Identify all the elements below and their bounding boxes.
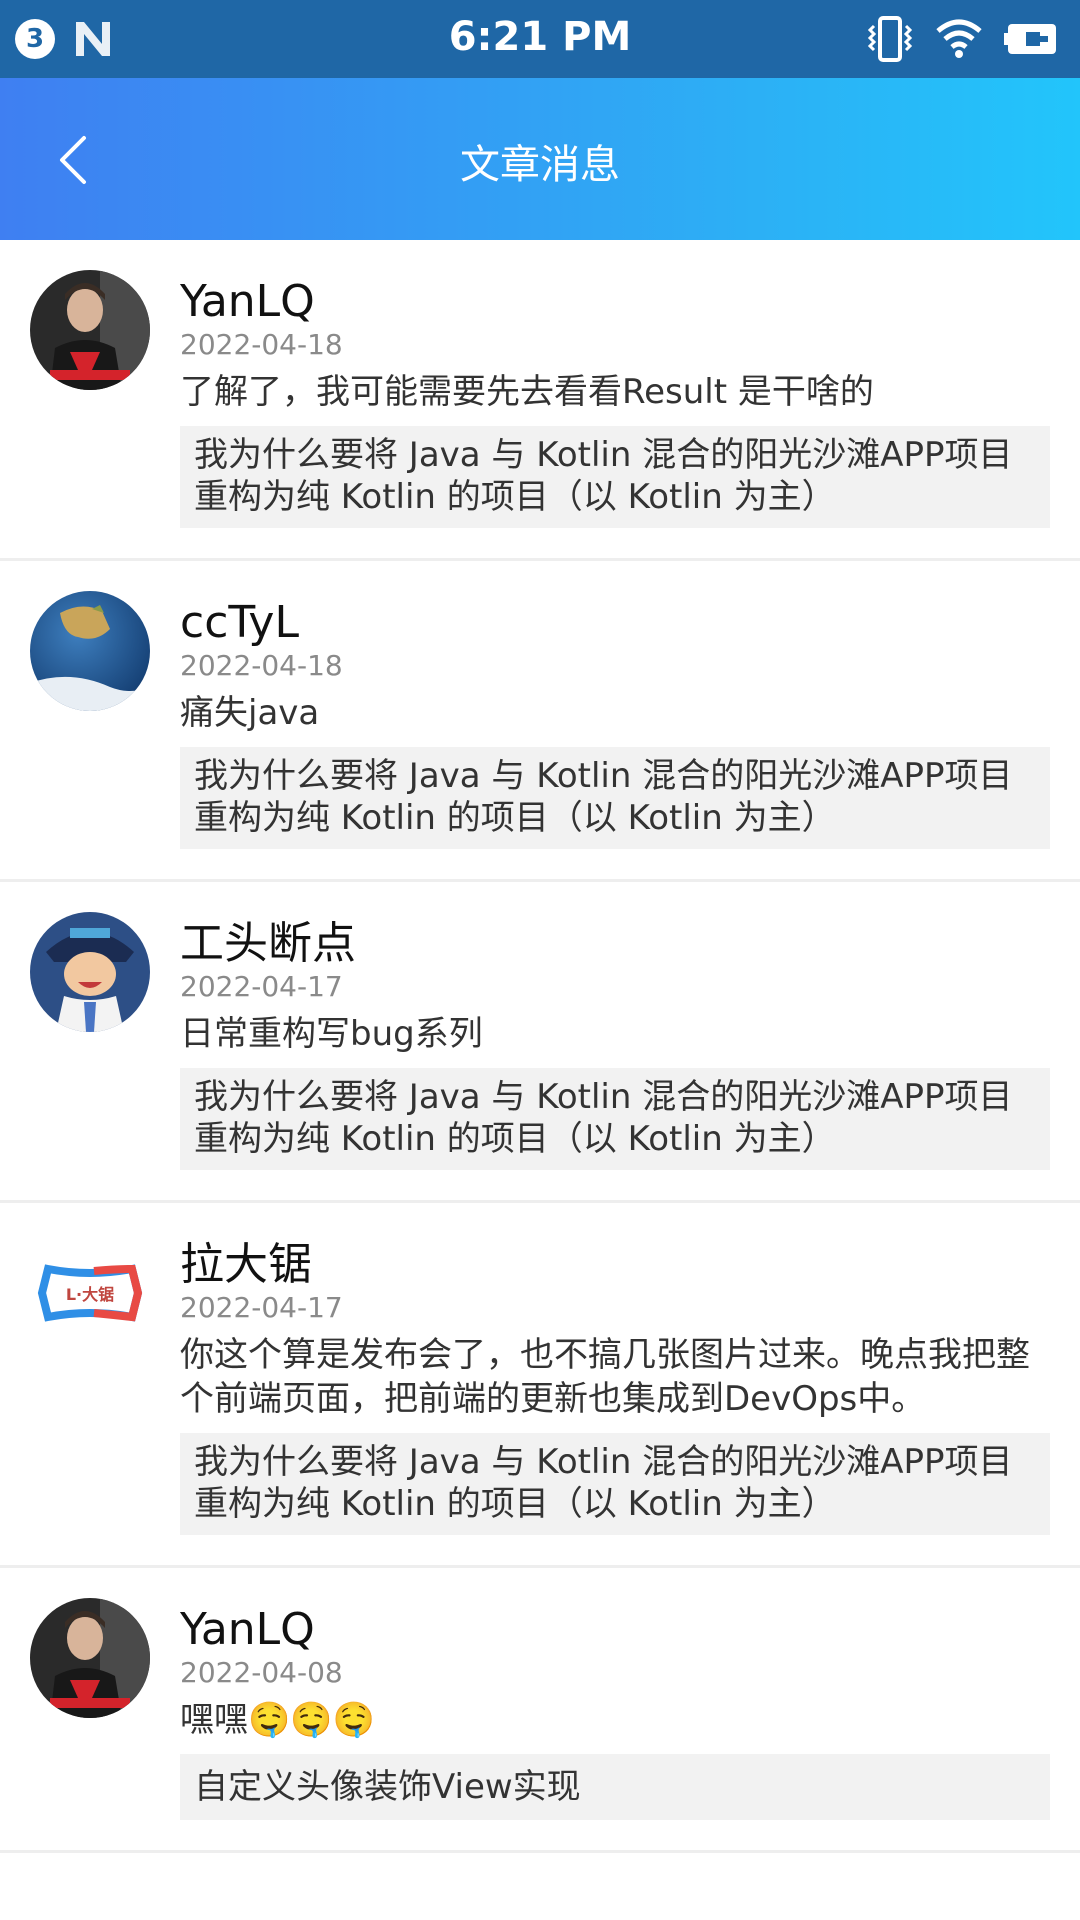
avatar-text: L·大锯 — [66, 1285, 114, 1304]
avatar[interactable]: L·大锯 — [30, 1233, 150, 1353]
user-name[interactable]: 工头断点 — [180, 916, 1050, 972]
comment-text: 你这个算是发布会了，也不搞几张图片过来。晚点我把整个前端页面，把前端的更新也集成… — [180, 1335, 1030, 1419]
list-item[interactable]: YanLQ 2022-04-08 嘿嘿🤤🤤🤤 自定义头像装饰View实现 — [0, 1568, 1080, 1853]
list-item[interactable]: 工头断点 2022-04-17 日常重构写bug系列 我为什么要将 Java 与… — [0, 882, 1080, 1203]
list-item[interactable]: ccTyL 2022-04-18 痛失java 我为什么要将 Java 与 Ko… — [0, 561, 1080, 882]
header-bar: 文章消息 — [0, 78, 1080, 240]
message-list: YanLQ 2022-04-18 了解了，我可能需要先去看看Result 是干啥… — [0, 240, 1080, 1853]
article-reference[interactable]: 我为什么要将 Java 与 Kotlin 混合的阳光沙滩APP项目重构为纯 Ko… — [180, 747, 1050, 849]
avatar[interactable] — [30, 270, 150, 390]
user-name[interactable]: ccTyL — [180, 595, 1050, 651]
comment-date: 2022-04-17 — [180, 1291, 343, 1324]
comment-date: 2022-04-18 — [180, 649, 343, 682]
comment-date: 2022-04-08 — [180, 1656, 343, 1689]
status-bar: 3 6:21 PM — [0, 0, 1080, 78]
comment-date: 2022-04-17 — [180, 970, 343, 1003]
avatar[interactable] — [30, 912, 150, 1032]
comment-text: 痛失java — [180, 693, 320, 733]
status-icons — [866, 15, 1062, 63]
list-item[interactable]: YanLQ 2022-04-18 了解了，我可能需要先去看看Result 是干啥… — [0, 240, 1080, 561]
avatar[interactable] — [30, 1598, 150, 1718]
article-reference[interactable]: 我为什么要将 Java 与 Kotlin 混合的阳光沙滩APP项目重构为纯 Ko… — [180, 1433, 1050, 1535]
comment-text: 了解了，我可能需要先去看看Result 是干啥的 — [180, 372, 874, 412]
vibrate-icon — [867, 16, 913, 62]
page-title: 文章消息 — [460, 142, 620, 188]
battery-charging-icon — [1004, 24, 1056, 54]
wifi-icon — [936, 19, 982, 58]
article-reference[interactable]: 我为什么要将 Java 与 Kotlin 混合的阳光沙滩APP项目重构为纯 Ko… — [180, 426, 1050, 528]
article-reference[interactable]: 我为什么要将 Java 与 Kotlin 混合的阳光沙滩APP项目重构为纯 Ko… — [180, 1068, 1050, 1170]
comment-date: 2022-04-18 — [180, 328, 343, 361]
comment-text: 日常重构写bug系列 — [180, 1014, 483, 1054]
article-reference[interactable]: 自定义头像装饰View实现 — [180, 1754, 1050, 1820]
user-name[interactable]: 拉大锯 — [180, 1237, 1050, 1293]
comment-text: 嘿嘿🤤🤤🤤 — [180, 1700, 376, 1740]
user-name[interactable]: YanLQ — [180, 274, 1050, 330]
avatar[interactable] — [30, 591, 150, 711]
user-name[interactable]: YanLQ — [180, 1602, 1050, 1658]
list-item[interactable]: L·大锯 拉大锯 2022-04-17 你这个算是发布会了，也不搞几张图片过来。… — [0, 1203, 1080, 1568]
